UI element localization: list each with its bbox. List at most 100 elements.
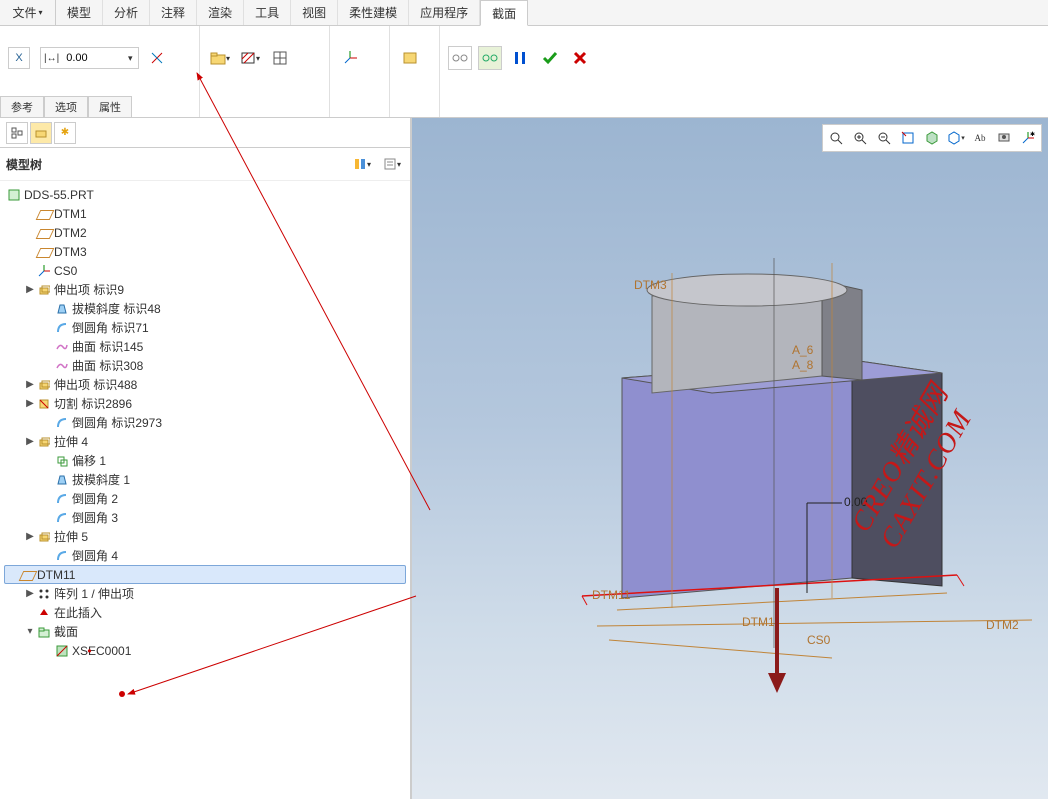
tree-item-label: 在此插入 <box>54 604 102 621</box>
tree-item-label: DTM3 <box>54 245 87 259</box>
flip-icon[interactable] <box>145 46 169 70</box>
sidebar-toolbar: ✱ <box>0 118 410 148</box>
tree-item-6[interactable]: 倒圆角 标识71 <box>0 318 410 337</box>
extrude-icon <box>36 529 52 545</box>
xsec-icon <box>54 643 70 659</box>
tree-item-label: DTM2 <box>54 226 87 240</box>
tree-twisty[interactable]: ▶ <box>24 436 36 447</box>
tree-item-label: XSEC0001 <box>72 644 131 658</box>
label-cs0: CS0 <box>807 633 830 647</box>
tree-item-23[interactable]: XSEC0001• <box>0 641 410 660</box>
model-tree[interactable]: DDS-55.PRT DTM1 DTM2 DTM3 CS0 ▶ 伸出项 标识9拔模斜度 标… <box>0 181 410 799</box>
tree-item-3[interactable]: CS0 <box>0 261 410 280</box>
datum-icon <box>19 567 35 583</box>
dimension-dropdown[interactable]: ▾ <box>122 53 138 64</box>
main-tab-3[interactable]: 渲染 <box>197 0 244 25</box>
body-split: ✱ 模型树 ▾ ▾ DDS-55.PRT DTM1DTM2DTM3CS0▶伸出项… <box>0 118 1048 799</box>
dimension-field[interactable] <box>62 52 122 64</box>
hatch-icon[interactable]: ▾ <box>238 46 262 70</box>
tree-item-8[interactable]: 曲面 标识308 <box>0 356 410 375</box>
tree-item-15[interactable]: 倒圆角 2 <box>0 489 410 508</box>
cut-icon <box>36 396 52 412</box>
glasses-off-icon[interactable] <box>448 46 472 70</box>
star-folder-icon[interactable]: ✱ <box>54 122 76 144</box>
round-icon <box>54 491 70 507</box>
tree-item-4[interactable]: ▶ 伸出项 标识9 <box>0 280 410 299</box>
tree-item-label: 伸出项 标识9 <box>54 281 124 298</box>
tree-item-21[interactable]: 在此插入 <box>0 603 410 622</box>
tree-twisty[interactable]: ▶ <box>24 588 36 599</box>
viewport[interactable]: ▾ Ab ✱ <box>412 118 1048 799</box>
csys-icon <box>36 263 52 279</box>
folder-icon[interactable]: ▾ <box>208 46 232 70</box>
tree-item-1[interactable]: DTM2 <box>0 223 410 242</box>
tree-view-icon[interactable] <box>6 122 28 144</box>
main-tab-7[interactable]: 应用程序 <box>409 0 480 25</box>
tree-item-label: 倒圆角 标识71 <box>72 319 149 336</box>
dimension-input[interactable]: |↔| ▾ <box>40 47 139 69</box>
pattern-icon <box>36 586 52 602</box>
tree-twisty[interactable]: ▶ <box>24 531 36 542</box>
tree-item-10[interactable]: ▶切割 标识2896 <box>0 394 410 413</box>
cancel-icon[interactable] <box>568 46 592 70</box>
tree-item-17[interactable]: ▶ 拉伸 5 <box>0 527 410 546</box>
menu-bar: 文件 ▾ 模型分析注释渲染工具视图柔性建模应用程序截面 <box>0 0 1048 26</box>
tree-item-22[interactable]: ▾ 截面 <box>0 622 410 641</box>
tree-item-13[interactable]: 偏移 1 <box>0 451 410 470</box>
main-tab-8[interactable]: 截面 <box>480 0 528 26</box>
ok-icon[interactable] <box>538 46 562 70</box>
tree-item-14[interactable]: 拔模斜度 1 <box>0 470 410 489</box>
tree-twisty[interactable]: ▶ <box>24 284 36 295</box>
tree-item-label: DTM1 <box>54 207 87 221</box>
tree-item-label: 阵列 1 / 伸出项 <box>54 585 134 602</box>
file-menu[interactable]: 文件 ▾ <box>0 0 56 25</box>
main-tab-1[interactable]: 分析 <box>103 0 150 25</box>
draft-icon <box>54 301 70 317</box>
round-icon <box>54 415 70 431</box>
tree-item-label: 曲面 标识308 <box>72 357 143 374</box>
tree-item-9[interactable]: ▶伸出项 标识488 <box>0 375 410 394</box>
tree-twisty[interactable]: ▶ <box>24 379 36 390</box>
tree-root[interactable]: DDS-55.PRT <box>0 185 410 204</box>
section-dimension[interactable]: 0.00 <box>844 495 867 509</box>
tree-item-16[interactable]: 倒圆角 3 <box>0 508 410 527</box>
main-tab-5[interactable]: 视图 <box>291 0 338 25</box>
tree-item-label: 截面 <box>54 623 78 640</box>
ribbon-tab-properties[interactable]: 属性 <box>88 96 132 117</box>
grid-icon[interactable] <box>268 46 292 70</box>
part-icon <box>6 187 22 203</box>
tree-twisty[interactable]: ▶ <box>24 398 36 409</box>
tree-item-19[interactable]: DTM11 <box>4 565 406 584</box>
tree-item-0[interactable]: DTM1 <box>0 204 410 223</box>
main-tab-2[interactable]: 注释 <box>150 0 197 25</box>
glasses-on-icon[interactable] <box>478 46 502 70</box>
tree-item-7[interactable]: 曲面 标识145 <box>0 337 410 356</box>
tree-item-11[interactable]: 倒圆角 标识2973 <box>0 413 410 432</box>
insert-icon <box>36 605 52 621</box>
ribbon-tab-reference[interactable]: 参考 <box>0 96 44 117</box>
ribbon-tab-options[interactable]: 选项 <box>44 96 88 117</box>
model-canvas <box>412 118 1048 799</box>
tree-item-5[interactable]: 拔模斜度 标识48 <box>0 299 410 318</box>
pause-icon[interactable] <box>508 46 532 70</box>
tree-item-2[interactable]: DTM3 <box>0 242 410 261</box>
tree-item-20[interactable]: ▶ 阵列 1 / 伸出项 <box>0 584 410 603</box>
x-constraint-button[interactable]: X <box>8 47 30 69</box>
settings-icon[interactable]: ▾ <box>382 152 402 176</box>
draft-icon <box>54 472 70 488</box>
tree-item-label: 拔模斜度 1 <box>72 471 130 488</box>
tools-icon[interactable]: ▾ <box>352 152 372 176</box>
tree-item-18[interactable]: 倒圆角 4 <box>0 546 410 565</box>
main-tab-4[interactable]: 工具 <box>244 0 291 25</box>
label-a8: A_8 <box>792 358 813 372</box>
folder-tab-icon[interactable] <box>30 122 52 144</box>
main-tab-0[interactable]: 模型 <box>56 0 103 25</box>
tree-item-label: 拉伸 5 <box>54 528 88 545</box>
shade-icon[interactable] <box>398 46 422 70</box>
surface-icon <box>54 358 70 374</box>
csys-icon[interactable] <box>338 46 362 70</box>
tree-item-label: 曲面 标识145 <box>72 338 143 355</box>
tree-twisty[interactable]: ▾ <box>24 626 36 637</box>
main-tab-6[interactable]: 柔性建模 <box>338 0 409 25</box>
tree-item-12[interactable]: ▶拉伸 4 <box>0 432 410 451</box>
